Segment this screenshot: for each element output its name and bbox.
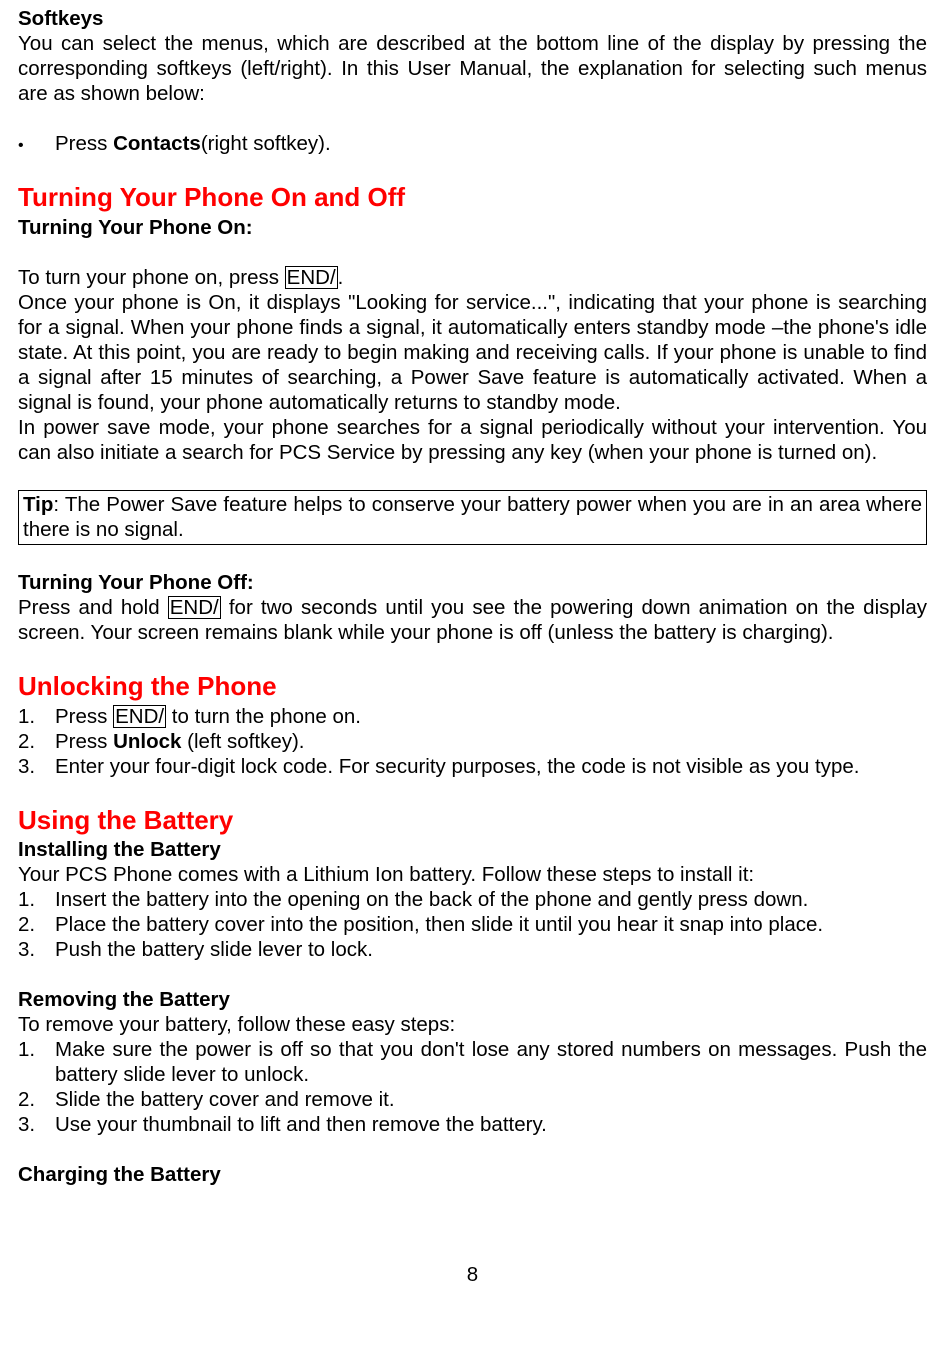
turning-off-p: Press and hold END/ for two seconds unti… [18,595,927,645]
bullet-bold: Contacts [113,132,201,155]
remove-step-1: 1. Make sure the power is off so that yo… [18,1037,927,1087]
end-key: END/ [113,705,166,729]
turning-on-heading: Turning Your Phone On: [18,215,927,240]
turning-off-heading: Turning Your Phone Off: [18,570,927,595]
step2-suffix: (left softkey). [181,730,304,753]
charge-heading: Charging the Battery [18,1162,927,1187]
install-heading: Installing the Battery [18,837,927,862]
softkeys-bullet: • Press Contacts(right softkey). [18,131,927,156]
turning-heading: Turning Your Phone On and Off [18,181,927,215]
softkeys-bullet-text: Press Contacts(right softkey). [55,131,927,156]
bullet-suffix: (right softkey). [201,132,331,155]
list-number: 3. [18,937,55,962]
unlock-step-1-text: Press END/ to turn the phone on. [55,704,927,729]
remove-step-2-text: Slide the battery cover and remove it. [55,1087,927,1112]
list-number: 3. [18,1112,55,1137]
step2-prefix: Press [55,730,113,753]
bullet-dot-icon: • [18,136,55,156]
install-step-1-text: Insert the battery into the opening on t… [55,887,927,912]
install-step-2-text: Place the battery cover into the positio… [55,912,927,937]
turning-on-p2: Once your phone is On, it displays "Look… [18,290,927,415]
step1-suffix: to turn the phone on. [166,705,361,728]
unlock-step-3-text: Enter your four-digit lock code. For sec… [55,754,927,779]
page-number: 8 [18,1262,927,1287]
unlock-step-3: 3. Enter your four-digit lock code. For … [18,754,927,779]
turning-on-p1: To turn your phone on, press END/. [18,265,927,290]
turning-on-p3: In power save mode, your phone searches … [18,415,927,465]
end-key: END/ [168,596,221,620]
list-number: 2. [18,1087,55,1112]
list-number: 1. [18,1037,55,1062]
off-prefix: Press and hold [18,596,168,619]
install-step-3: 3. Push the battery slide lever to lock. [18,937,927,962]
list-number: 1. [18,887,55,912]
step1-prefix: Press [55,705,113,728]
step2-bold: Unlock [113,730,181,753]
remove-heading: Removing the Battery [18,987,927,1012]
softkeys-text: You can select the menus, which are desc… [18,31,927,106]
end-key: END/ [285,266,338,290]
remove-intro: To remove your battery, follow these eas… [18,1012,927,1037]
remove-step-2: 2. Slide the battery cover and remove it… [18,1087,927,1112]
install-step-3-text: Push the battery slide lever to lock. [55,937,927,962]
softkeys-heading: Softkeys [18,6,927,31]
remove-step-1-text: Make sure the power is off so that you d… [55,1037,927,1087]
unlocking-heading: Unlocking the Phone [18,670,927,704]
list-number: 2. [18,729,55,754]
install-step-1: 1. Insert the battery into the opening o… [18,887,927,912]
list-number: 1. [18,704,55,729]
p1-suffix: . [338,266,344,289]
tip-text: : The Power Save feature helps to conser… [23,493,922,541]
tip-box: Tip: The Power Save feature helps to con… [18,490,927,545]
list-number: 3. [18,754,55,779]
remove-step-3-text: Use your thumbnail to lift and then remo… [55,1112,927,1137]
remove-step-3: 3. Use your thumbnail to lift and then r… [18,1112,927,1137]
unlock-step-2: 2. Press Unlock (left softkey). [18,729,927,754]
list-number: 2. [18,912,55,937]
bullet-prefix: Press [55,132,113,155]
unlock-step-1: 1. Press END/ to turn the phone on. [18,704,927,729]
tip-label: Tip [23,493,53,516]
p1-prefix: To turn your phone on, press [18,266,285,289]
install-step-2: 2. Place the battery cover into the posi… [18,912,927,937]
unlock-step-2-text: Press Unlock (left softkey). [55,729,927,754]
battery-heading: Using the Battery [18,804,927,838]
install-intro: Your PCS Phone comes with a Lithium Ion … [18,862,927,887]
